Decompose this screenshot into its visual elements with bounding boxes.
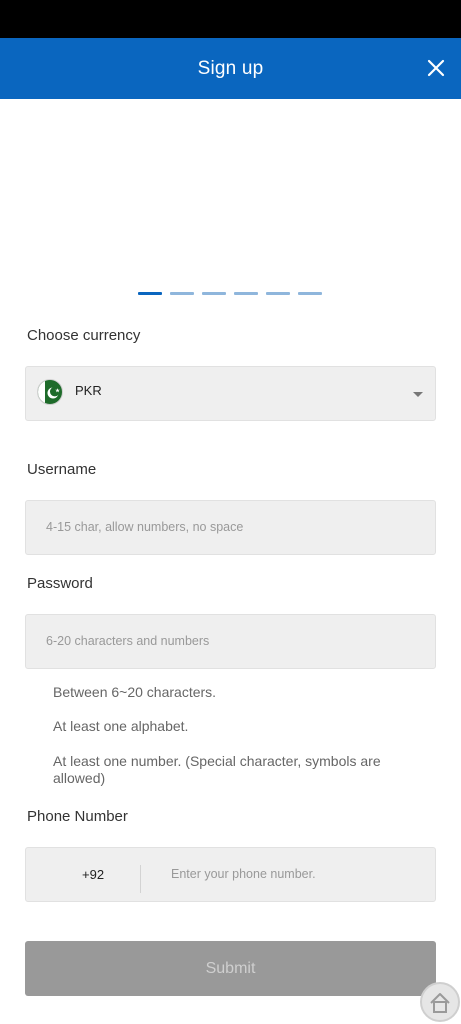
close-icon[interactable] bbox=[425, 57, 447, 79]
username-input[interactable]: 4-15 char, allow numbers, no space bbox=[25, 500, 436, 555]
phone-input-group: +92 Enter your phone number. bbox=[25, 847, 436, 902]
currency-select[interactable]: PKR bbox=[25, 366, 436, 421]
phone-label: Phone Number bbox=[27, 808, 128, 825]
carousel-dot[interactable] bbox=[234, 292, 258, 295]
header-bar: Sign up bbox=[0, 38, 461, 99]
submit-button[interactable]: Submit bbox=[25, 941, 436, 996]
pakistan-flag-icon bbox=[37, 379, 63, 405]
divider bbox=[140, 865, 141, 893]
password-placeholder: 6-20 characters and numbers bbox=[46, 634, 210, 648]
home-icon[interactable] bbox=[420, 982, 460, 1022]
currency-value: PKR bbox=[75, 383, 102, 398]
carousel-indicator bbox=[138, 292, 322, 295]
status-bar bbox=[0, 0, 461, 38]
carousel-dot[interactable] bbox=[202, 292, 226, 295]
chevron-down-icon bbox=[413, 392, 423, 397]
page-title: Sign up bbox=[197, 57, 264, 79]
currency-label: Choose currency bbox=[27, 327, 141, 344]
password-label: Password bbox=[27, 575, 93, 592]
carousel-dot[interactable] bbox=[138, 292, 162, 295]
carousel-dot[interactable] bbox=[170, 292, 194, 295]
carousel-dot[interactable] bbox=[266, 292, 290, 295]
username-label: Username bbox=[27, 461, 97, 478]
carousel-dot[interactable] bbox=[298, 292, 322, 295]
password-rule: Between 6~20 characters. bbox=[53, 684, 217, 700]
country-code-selector[interactable]: +92 bbox=[82, 867, 104, 882]
password-rule: At least one alphabet. bbox=[53, 718, 189, 734]
password-input[interactable]: 6-20 characters and numbers bbox=[25, 614, 436, 669]
banner-image bbox=[0, 99, 461, 279]
username-placeholder: 4-15 char, allow numbers, no space bbox=[46, 520, 244, 534]
phone-number-input[interactable]: Enter your phone number. bbox=[171, 867, 316, 881]
password-rule: At least one number. (Special character,… bbox=[53, 753, 381, 786]
